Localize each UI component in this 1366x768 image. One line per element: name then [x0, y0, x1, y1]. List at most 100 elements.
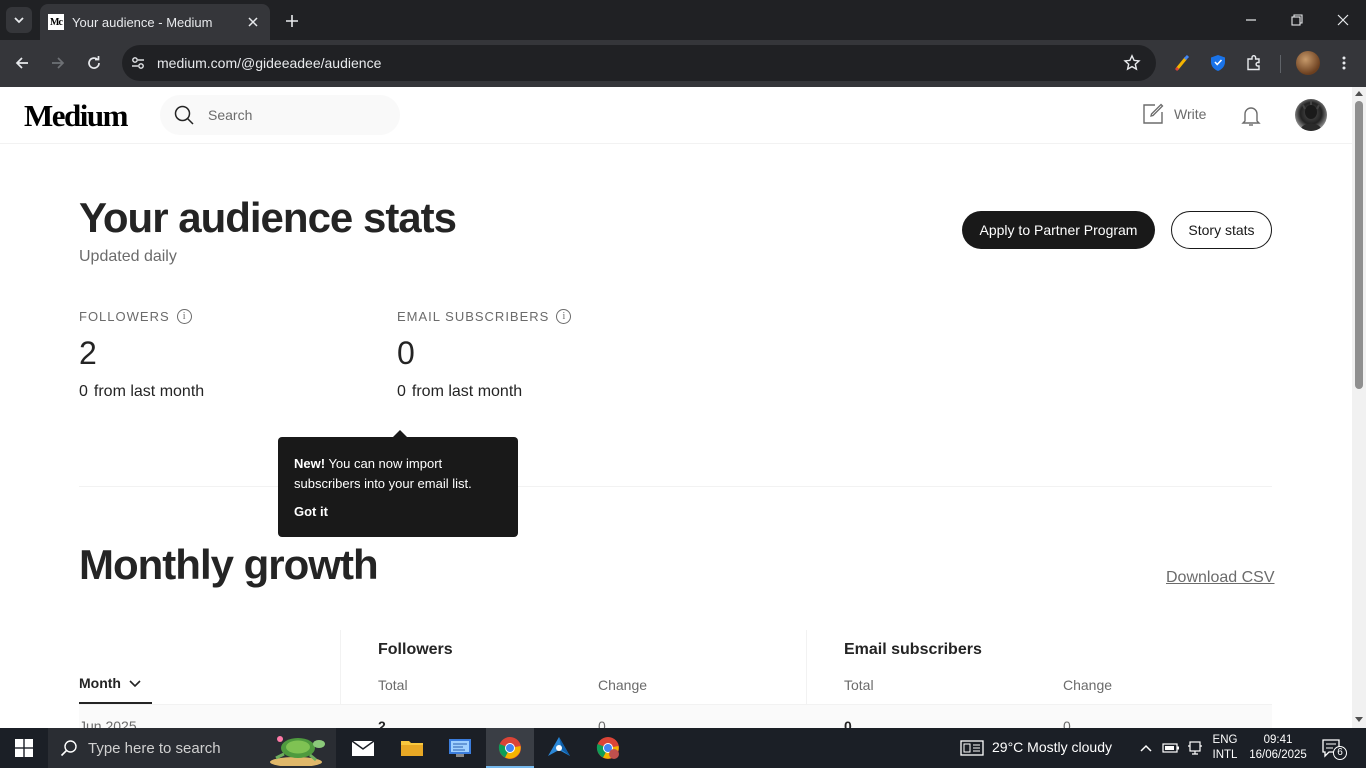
restore-window-button[interactable] [1274, 0, 1320, 40]
start-button[interactable] [0, 728, 48, 768]
month-sort-dropdown[interactable]: Month [79, 675, 142, 691]
chrome-taskbar-icon-active[interactable] [486, 728, 534, 768]
page-scrollbar[interactable] [1352, 87, 1366, 728]
windows-taskbar: Type here to search 29°C Mostly cloudy E… [0, 728, 1366, 768]
notifications-button[interactable] [1239, 104, 1263, 128]
clock-date: 16/06/2025 [1249, 749, 1307, 761]
weather-text[interactable]: 29°C Mostly cloudy [992, 739, 1112, 755]
row-email-total: 0 [844, 718, 852, 728]
user-avatar[interactable] [1295, 99, 1327, 131]
input-language[interactable]: ENG INTL [1206, 733, 1244, 763]
shield-extension-icon[interactable] [1207, 52, 1229, 74]
taskbar-search-placeholder: Type here to search [88, 739, 221, 757]
tab-search-button[interactable] [6, 7, 32, 33]
mail-app-icon[interactable] [339, 728, 387, 768]
taskbar-search-box[interactable]: Type here to search [48, 728, 336, 768]
table-row: Jun 2025 2 0 0 0 [79, 704, 1272, 728]
medium-search-box[interactable] [160, 95, 400, 135]
row-email-change: 0 [1063, 718, 1071, 728]
chevron-up-icon[interactable] [1139, 741, 1153, 759]
browser-tab-active[interactable]: Mc Your audience - Medium [40, 4, 270, 40]
arrow-left-icon [15, 57, 28, 69]
row-followers-total: 2 [378, 718, 386, 728]
bookmark-star-button[interactable] [1120, 54, 1144, 72]
url-text[interactable]: medium.com/@gideeadee/audience [157, 55, 1120, 71]
write-label: Write [1174, 106, 1207, 122]
followers-column-group: Followers [378, 641, 453, 658]
chrome-profile-taskbar-icon[interactable] [584, 728, 632, 768]
followers-change-header[interactable]: Change [598, 677, 647, 693]
info-icon[interactable]: i [556, 309, 572, 324]
info-icon[interactable]: i [176, 309, 192, 324]
keyboard-layout: INTL [1212, 749, 1238, 761]
followers-label: FOLLOWERS [79, 309, 170, 324]
apply-partner-program-button[interactable]: Apply to Partner Program [962, 211, 1155, 249]
story-stats-button[interactable]: Story stats [1171, 211, 1272, 249]
search-icon [172, 103, 196, 127]
profile-avatar[interactable] [1296, 51, 1320, 75]
import-subscribers-tooltip: New! You can now import subscribers into… [278, 430, 518, 537]
arrow-right-icon [52, 57, 65, 69]
plus-icon [286, 15, 298, 27]
extensions-puzzle-icon[interactable] [1243, 52, 1265, 74]
search-input[interactable] [208, 107, 388, 123]
email-subscribers-count: 0 [397, 335, 415, 371]
network-icon[interactable] [1187, 740, 1203, 761]
new-tab-button[interactable] [280, 9, 304, 33]
followers-label-row: FOLLOWERS i [79, 309, 204, 324]
site-settings-icon[interactable] [128, 55, 148, 71]
browser-menu-button[interactable] [1333, 52, 1355, 74]
row-month: Jun 2025 [79, 718, 137, 728]
close-window-button[interactable] [1320, 0, 1366, 40]
azure-app-icon[interactable] [535, 728, 583, 768]
bell-icon [1241, 107, 1261, 126]
followers-stat: FOLLOWERS i 2 0 from last month [79, 309, 204, 401]
email-subscribers-label: EMAIL SUBSCRIBERS [397, 309, 550, 324]
scroll-up-arrow-icon[interactable] [1355, 91, 1363, 96]
battery-icon[interactable] [1162, 741, 1180, 759]
address-bar[interactable]: medium.com/@gideeadee/audience [122, 45, 1156, 81]
followers-change-value: 0 [79, 383, 88, 400]
medium-logo[interactable]: Medium [24, 98, 128, 134]
chevron-down-icon [129, 680, 141, 688]
email-change-header[interactable]: Change [1063, 677, 1112, 693]
browser-toolbar: medium.com/@gideeadee/audience [0, 40, 1366, 87]
forward-button[interactable] [44, 49, 72, 77]
page-title: Your audience stats [79, 194, 457, 241]
reload-icon [88, 56, 100, 69]
close-icon [248, 17, 258, 27]
email-total-header[interactable]: Total [844, 677, 874, 693]
browser-tab-strip: Mc Your audience - Medium [0, 0, 1366, 40]
medium-header: Medium Write [0, 87, 1352, 144]
more-vertical-icon [1342, 56, 1346, 70]
clock[interactable]: 09:41 16/06/2025 [1244, 733, 1312, 763]
got-it-button[interactable]: Got it [294, 502, 502, 522]
color-picker-extension-icon[interactable] [1171, 52, 1193, 74]
search-icon [60, 740, 77, 757]
write-icon [1143, 103, 1164, 124]
medium-favicon-icon: Mc [48, 14, 64, 30]
tab-close-button[interactable] [244, 13, 262, 31]
followers-count: 2 [79, 335, 97, 371]
notification-count-badge: 6 [1333, 746, 1347, 760]
reload-button[interactable] [80, 49, 108, 77]
tab-title: Your audience - Medium [72, 14, 213, 30]
monthly-growth-title: Monthly growth [79, 541, 379, 588]
file-explorer-icon[interactable] [388, 728, 436, 768]
scroll-down-arrow-icon[interactable] [1355, 717, 1363, 722]
email-subscribers-column-group: Email subscribers [844, 641, 982, 658]
action-center-button[interactable]: 6 [1322, 739, 1347, 764]
followers-total-header[interactable]: Total [378, 677, 408, 693]
page-subtitle: Updated daily [79, 248, 177, 265]
weather-icon[interactable] [960, 740, 984, 761]
download-csv-link[interactable]: Download CSV [1166, 569, 1275, 587]
toolbar-separator [1280, 55, 1281, 73]
windows-logo-icon [15, 739, 33, 757]
minimize-window-button[interactable] [1228, 0, 1274, 40]
back-button[interactable] [8, 49, 36, 77]
write-button[interactable]: Write [1142, 103, 1206, 125]
scrollbar-thumb[interactable] [1355, 101, 1363, 389]
control-panel-icon[interactable] [436, 728, 484, 768]
section-divider [79, 486, 1272, 487]
followers-change: 0 from last month [79, 383, 204, 401]
